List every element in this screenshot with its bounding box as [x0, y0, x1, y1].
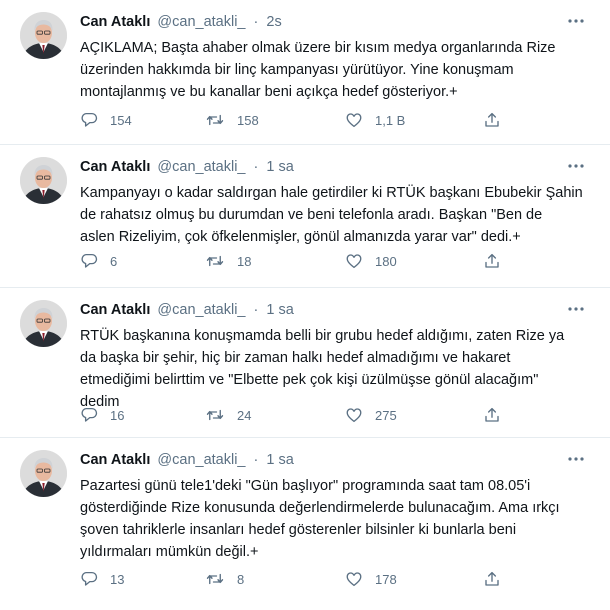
- author-name[interactable]: Can Ataklı: [80, 302, 150, 318]
- retweet-button[interactable]: 8: [205, 569, 244, 589]
- like-count: 178: [375, 571, 397, 587]
- tweet-timestamp[interactable]: 1 sa: [266, 159, 293, 175]
- share-icon: [483, 406, 501, 424]
- reply-icon: [80, 406, 98, 424]
- retweet-count: 8: [237, 571, 245, 587]
- share-button[interactable]: [483, 569, 501, 589]
- tweet-header: Can Ataklı @can_atakli_ · 2s: [80, 13, 570, 31]
- like-button[interactable]: 1,1 B: [345, 110, 405, 130]
- like-count: 275: [375, 407, 397, 423]
- tweet-thread: Can Ataklı @can_atakli_ · 2s AÇIKLAMA; B…: [0, 0, 610, 610]
- share-icon: [483, 111, 501, 129]
- tweet-timestamp[interactable]: 1 sa: [266, 302, 293, 318]
- more-icon[interactable]: [566, 302, 586, 316]
- separator-dot: ·: [253, 302, 259, 318]
- separator-dot: ·: [253, 452, 259, 468]
- more-icon[interactable]: [566, 452, 586, 466]
- avatar[interactable]: [20, 300, 67, 347]
- retweet-count: 158: [237, 112, 259, 128]
- share-button[interactable]: [483, 251, 501, 271]
- like-icon: [345, 252, 363, 270]
- tweet-text: RTÜK başkanına konuşmamda belli bir grub…: [80, 328, 565, 410]
- tweet[interactable]: Can Ataklı @can_atakli_ · 1 sa RTÜK başk…: [0, 288, 610, 438]
- tweet-header: Can Ataklı @can_atakli_ · 1 sa: [80, 158, 570, 176]
- like-button[interactable]: 180: [345, 251, 397, 271]
- like-button[interactable]: 275: [345, 405, 397, 425]
- retweet-icon: [205, 570, 225, 588]
- retweet-icon: [205, 252, 225, 270]
- tweet[interactable]: Can Ataklı @can_atakli_ · 1 sa Pazartesi…: [0, 438, 610, 610]
- share-button[interactable]: [483, 110, 501, 130]
- author-name[interactable]: Can Ataklı: [80, 159, 150, 175]
- avatar[interactable]: [20, 157, 67, 204]
- like-button[interactable]: 178: [345, 569, 397, 589]
- reply-count: 154: [110, 112, 132, 128]
- retweet-icon: [205, 406, 225, 424]
- like-icon: [345, 406, 363, 424]
- tweet-actions: 6 18 180: [80, 251, 520, 271]
- reply-icon: [80, 252, 98, 270]
- retweet-icon: [205, 111, 225, 129]
- retweet-button[interactable]: 24: [205, 405, 251, 425]
- separator-dot: ·: [253, 159, 259, 175]
- avatar[interactable]: [20, 12, 67, 59]
- author-handle[interactable]: @can_atakli_: [157, 452, 245, 468]
- like-icon: [345, 111, 363, 129]
- tweet-actions: 154 158 1,1 B: [80, 110, 520, 130]
- retweet-button[interactable]: 18: [205, 251, 251, 271]
- share-icon: [483, 570, 501, 588]
- tweet-header: Can Ataklı @can_atakli_ · 1 sa: [80, 301, 570, 319]
- tweet-actions: 16 24 275: [80, 405, 520, 425]
- tweet[interactable]: Can Ataklı @can_atakli_ · 2s AÇIKLAMA; B…: [0, 0, 610, 145]
- tweet-text: Kampanyayı o kadar saldırgan hale getird…: [80, 185, 583, 245]
- reply-button[interactable]: 154: [80, 110, 132, 130]
- reply-count: 16: [110, 407, 125, 423]
- reply-count: 13: [110, 571, 125, 587]
- more-icon[interactable]: [566, 14, 586, 28]
- avatar[interactable]: [20, 450, 67, 497]
- author-name[interactable]: Can Ataklı: [80, 452, 150, 468]
- tweet-actions: 13 8 178: [80, 569, 520, 589]
- author-name[interactable]: Can Ataklı: [80, 14, 150, 30]
- tweet-text: Pazartesi günü tele1'deki "Gün başlıyor"…: [80, 478, 560, 560]
- share-button[interactable]: [483, 405, 501, 425]
- tweet-header: Can Ataklı @can_atakli_ · 1 sa: [80, 451, 570, 469]
- share-icon: [483, 252, 501, 270]
- like-count: 1,1 B: [375, 112, 406, 128]
- separator-dot: ·: [253, 14, 259, 30]
- reply-button[interactable]: 16: [80, 405, 124, 425]
- reply-button[interactable]: 13: [80, 569, 124, 589]
- tweet-timestamp[interactable]: 1 sa: [266, 452, 293, 468]
- reply-button[interactable]: 6: [80, 251, 117, 271]
- more-icon[interactable]: [566, 159, 586, 173]
- reply-count: 6: [110, 253, 118, 269]
- tweet-text: AÇIKLAMA; Başta ahaber olmak üzere bir k…: [80, 40, 556, 100]
- retweet-count: 24: [237, 407, 252, 423]
- tweet[interactable]: Can Ataklı @can_atakli_ · 1 sa Kampanyay…: [0, 145, 610, 288]
- like-icon: [345, 570, 363, 588]
- author-handle[interactable]: @can_atakli_: [157, 159, 245, 175]
- reply-icon: [80, 111, 98, 129]
- like-count: 180: [375, 253, 397, 269]
- author-handle[interactable]: @can_atakli_: [157, 14, 245, 30]
- retweet-count: 18: [237, 253, 252, 269]
- retweet-button[interactable]: 158: [205, 110, 259, 130]
- author-handle[interactable]: @can_atakli_: [157, 302, 245, 318]
- tweet-timestamp[interactable]: 2s: [266, 14, 281, 30]
- reply-icon: [80, 570, 98, 588]
